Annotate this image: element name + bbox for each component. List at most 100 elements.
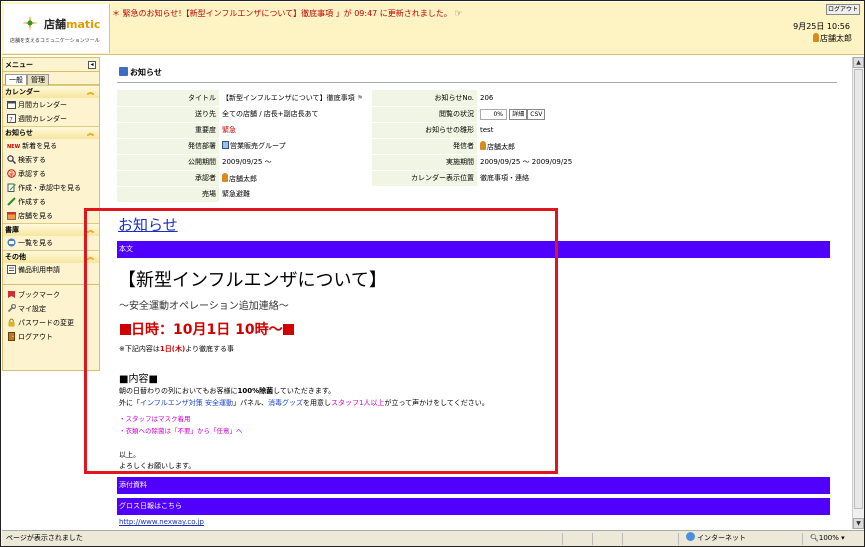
external-link[interactable]: http://www.nexway.co.jp — [119, 518, 204, 526]
status-divider — [678, 533, 679, 545]
zoom-level[interactable]: 🔍︎100% ▾ — [810, 531, 845, 546]
value-sender: 店舗太郎 — [477, 138, 627, 154]
table-row: 公開期間 2009/09/25 ～ 実施期間 2009/09/25 ～ 2009… — [117, 154, 627, 170]
user-icon — [480, 140, 486, 150]
read-percentage: 0% — [480, 108, 507, 120]
status-text: ページが表示されました — [6, 534, 83, 542]
section-calendar[interactable]: カレンダー ︽ — [3, 85, 99, 98]
door-icon — [8, 332, 15, 341]
table-row: 送り先 全ての店舗 / 店長+副店長あて 閲覧の状況 0% 詳細 CSV — [117, 106, 627, 122]
sidebar-tabs: 一般 管理 — [3, 72, 99, 85]
table-row: 重要度 緊急 お知らせの雛形 test — [117, 122, 627, 138]
value-execution-period: 2009/09/25 ～ 2009/09/25 — [480, 158, 573, 166]
current-user: 店舗太郎 — [813, 33, 852, 44]
table-row: 発信部署 営業販売グループ 発信者 店舗太郎 — [117, 138, 627, 154]
value-department: 営業販売グループ — [219, 138, 372, 154]
value-title: 【新型インフルエンザについて】徹底事項 ⚑ — [222, 93, 364, 102]
empty-value — [477, 186, 627, 202]
status-divider — [592, 533, 593, 545]
svg-text:承: 承 — [9, 171, 14, 178]
globe-icon — [686, 532, 695, 541]
security-zone[interactable]: インターネット — [686, 531, 746, 546]
scroll-down-icon[interactable]: ▼ — [853, 518, 864, 529]
value-notice-no: 206 — [480, 93, 494, 102]
sidebar-item-in-progress[interactable]: 作成・承認中を見る — [3, 181, 99, 195]
attachments-bar: 添付資料 — [117, 477, 830, 494]
flag-icon: ⚑ — [356, 93, 364, 102]
user-icon — [222, 172, 228, 182]
lock-icon — [8, 318, 15, 327]
label-calendar-position: カレンダー表示位置 — [372, 170, 477, 186]
value-calendar-position: 徹底事項・連絡 — [480, 174, 529, 182]
store-icon — [7, 212, 16, 220]
gross-report-bar[interactable]: グロス日報はこちら — [117, 498, 830, 515]
label-sender: 発信者 — [372, 138, 477, 154]
scroll-up-icon[interactable]: ▲ — [853, 57, 864, 68]
label-approver: 承認者 — [117, 170, 219, 186]
sidebar-item-approve[interactable]: 承承認する — [3, 167, 99, 181]
detail-button[interactable]: 詳細 — [509, 108, 528, 120]
section-notices[interactable]: お知らせ ︽ — [3, 126, 99, 139]
pointing-hand-icon: ☞ — [454, 9, 463, 19]
value-read-status: 0% 詳細 CSV — [477, 106, 627, 122]
scroll-thumb[interactable] — [854, 69, 863, 509]
chevron-up-icon[interactable]: ︽ — [87, 127, 94, 140]
value-publish-period: 2009/09/25 ～ — [222, 158, 272, 166]
title-divider — [117, 82, 837, 83]
tab-general[interactable]: 一般 — [5, 74, 27, 85]
calendar-icon — [7, 101, 16, 109]
form-icon — [7, 265, 16, 274]
csv-button[interactable]: CSV — [527, 108, 546, 120]
table-row: タイトル 【新型インフルエンザについて】徹底事項 ⚑ お知らせNo. 206 — [117, 90, 627, 106]
value-approver: 店舗太郎 — [219, 170, 372, 186]
sidebar-item-weekly-calendar[interactable]: 7 週間カレンダー — [3, 112, 99, 126]
svg-text:7: 7 — [9, 117, 13, 124]
label-recipients: 送り先 — [117, 106, 219, 122]
value-template: test — [480, 126, 494, 134]
value-recipients: 全ての店舗 / 店長+副店長あて — [222, 110, 319, 118]
search-icon — [7, 155, 16, 164]
table-row: 売場 緊急避難 — [117, 186, 627, 202]
magnifier-icon: 🔍︎ — [810, 534, 819, 542]
logo-tagline: 店舗を支えるコミュニケーションツール — [10, 38, 100, 44]
label-template: お知らせの雛形 — [372, 122, 477, 138]
chevron-up-icon[interactable]: ︽ — [87, 86, 94, 99]
label-execution-period: 実施期間 — [372, 154, 477, 170]
label-importance: 重要度 — [117, 122, 219, 138]
current-datetime: 9月25日 10:56 — [793, 22, 850, 31]
label-title: タイトル — [117, 90, 219, 106]
label-sales-floor: 売場 — [117, 186, 219, 202]
sidebar-item-search[interactable]: 検索する — [3, 153, 99, 167]
status-divider — [622, 533, 623, 545]
document-edit-icon — [7, 183, 16, 192]
user-icon — [813, 33, 819, 42]
new-badge-icon: NEW — [7, 144, 21, 150]
logo-name: 店舗matic — [44, 18, 101, 31]
label-notice-no: お知らせNo. — [372, 90, 477, 106]
sidebar-item-monthly-calendar[interactable]: 月間カレンダー — [3, 98, 99, 112]
label-publish-period: 公開期間 — [117, 154, 219, 170]
department-icon — [222, 141, 229, 149]
sidebar-item-create[interactable]: 作成する — [3, 195, 99, 209]
logout-button[interactable]: ログアウト — [826, 4, 860, 15]
collapse-sidebar-icon[interactable]: ◂ — [88, 61, 96, 69]
logo-mark-icon — [22, 15, 38, 31]
status-divider — [562, 533, 563, 545]
browser-window: 店舗matic 店舗を支えるコミュニケーションツール ＊ 緊急のお知らせ!【新型… — [0, 0, 865, 547]
app-logo[interactable]: 店舗matic 店舗を支えるコミュニケーションツール — [4, 4, 110, 53]
urgent-alert[interactable]: ＊ 緊急のお知らせ!【新型インフルエンザについて】徹底事項 」が 09:47 に… — [112, 8, 462, 19]
tab-admin[interactable]: 管理 — [27, 74, 49, 85]
sidebar-item-view-new[interactable]: NEW 新着を見る — [3, 139, 99, 153]
pencil-icon — [7, 197, 16, 206]
wrench-icon — [7, 304, 16, 313]
table-row: 承認者 店舗太郎 カレンダー表示位置 徹底事項・連絡 — [117, 170, 627, 186]
vertical-scrollbar[interactable]: ▲ ▼ — [852, 57, 864, 529]
label-department: 発信部署 — [117, 138, 219, 154]
page-title: お知らせ — [119, 67, 162, 78]
label-read-status: 閲覧の状況 — [372, 106, 477, 122]
notice-detail-table: タイトル 【新型インフルエンザについて】徹底事項 ⚑ お知らせNo. 206 送… — [117, 90, 627, 203]
notice-icon — [119, 67, 128, 76]
status-bar: ページが表示されました インターネット 🔍︎100% ▾ — [2, 530, 864, 546]
app-header: 店舗matic 店舗を支えるコミュニケーションツール ＊ 緊急のお知らせ!【新型… — [2, 2, 864, 55]
bookmark-icon — [8, 291, 15, 298]
